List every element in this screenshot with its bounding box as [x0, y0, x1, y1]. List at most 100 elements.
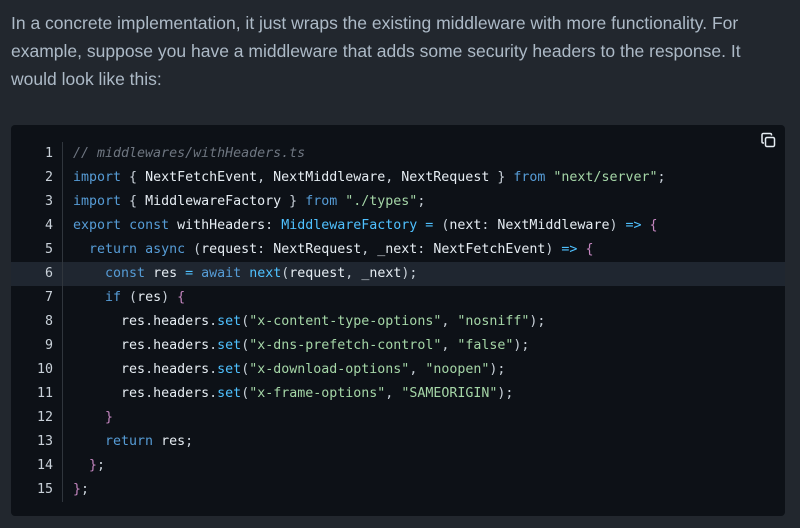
code-token: ,: [361, 242, 378, 257]
code-token: set: [217, 386, 242, 401]
code-token: ): [609, 218, 626, 233]
code-token: =: [185, 266, 194, 281]
code-line: 5 return async (request: NextRequest, _n…: [11, 238, 785, 262]
gutter-divider: [62, 406, 63, 430]
code-token: ): [161, 290, 178, 305]
code-line: 15};: [11, 478, 785, 502]
code-token: ): [545, 242, 562, 257]
code-token: ,: [257, 170, 274, 185]
line-code: }: [73, 410, 113, 425]
code-token: "x-download-options": [249, 362, 410, 377]
code-token: MiddlewareFactory: [281, 218, 418, 233]
line-code: export const withHeaders: MiddlewareFact…: [73, 218, 658, 233]
code-line: 4 export const withHeaders: MiddlewareFac…: [11, 214, 785, 238]
line-number: 7: [44, 290, 53, 305]
code-token: {: [649, 218, 658, 233]
code-token: ;: [185, 434, 194, 449]
code-line: 9 res.headers.set("x-dns-prefetch-contro…: [11, 334, 785, 358]
code-token: ,: [385, 386, 402, 401]
code-line: 7 if (res) {: [11, 286, 785, 310]
code-token: (: [433, 218, 450, 233]
code-token: {: [585, 242, 594, 257]
code-line: 3 import { MiddlewareFactory } from "./ty…: [11, 190, 785, 214]
code-token: .: [145, 314, 154, 329]
code-token: NextFetchEvent: [433, 242, 546, 257]
code-token: .: [145, 386, 154, 401]
line-code: if (res) {: [73, 290, 185, 305]
code-line: 11 res.headers.set("x-frame-options", "S…: [11, 382, 785, 406]
code-token: ,: [345, 266, 362, 281]
code-token: );: [513, 338, 530, 353]
code-token: (: [185, 242, 202, 257]
code-token: "nosniff": [457, 314, 530, 329]
code-token: ,: [385, 170, 402, 185]
code-token: NextFetchEvent: [145, 170, 258, 185]
code-token: if: [105, 290, 122, 305]
code-token: const: [105, 266, 146, 281]
code-token: }: [73, 482, 82, 497]
line-code: res.headers.set("x-content-type-options"…: [73, 314, 545, 329]
gutter-divider: [62, 382, 63, 406]
code-token: return: [89, 242, 138, 257]
code-token: }: [105, 410, 114, 425]
code-token: ,: [441, 314, 458, 329]
code-token: ,: [441, 338, 458, 353]
code-token: "x-frame-options": [249, 386, 386, 401]
line-number: 5: [44, 242, 53, 257]
code-token: ;: [81, 482, 90, 497]
explanation-paragraph: In a concrete implementation, it just wr…: [11, 13, 741, 89]
code-token: headers: [153, 314, 210, 329]
code-token: "next/server": [553, 170, 658, 185]
code-token: );: [489, 362, 506, 377]
gutter-divider: [62, 238, 63, 262]
code-token: "x-content-type-options": [249, 314, 442, 329]
line-number: 9: [44, 338, 53, 353]
code-token: :: [265, 218, 282, 233]
code-token: }: [489, 170, 514, 185]
code-token: request: [289, 266, 346, 281]
gutter-divider: [62, 478, 63, 502]
code-token: import: [73, 194, 122, 209]
line-code: import { NextFetchEvent, NextMiddleware,…: [73, 170, 666, 185]
code-token: NextMiddleware: [497, 218, 610, 233]
code-token: from: [305, 194, 338, 209]
code-token: ;: [97, 458, 106, 473]
code-token: "./types": [345, 194, 418, 209]
code-token: NextRequest: [273, 242, 362, 257]
line-code: import { MiddlewareFactory } from "./typ…: [73, 194, 425, 209]
code-token: res: [121, 386, 146, 401]
line-code: res.headers.set("x-dns-prefetch-control"…: [73, 338, 529, 353]
line-number: 11: [36, 386, 53, 401]
code-token: {: [177, 290, 186, 305]
code-token: {: [121, 194, 146, 209]
line-code: res.headers.set("x-frame-options", "SAME…: [73, 386, 513, 401]
line-number: 2: [44, 170, 53, 185]
line-number: 12: [36, 410, 53, 425]
code-token: .: [209, 386, 218, 401]
code-block: 1 // middlewares/withHeaders.ts 2 import { …: [11, 125, 785, 516]
code-token: ;: [417, 194, 426, 209]
line-number: 10: [36, 362, 53, 377]
code-token: res: [137, 290, 162, 305]
line-code: };: [73, 458, 105, 473]
code-token: return: [105, 434, 154, 449]
line-number: 3: [44, 194, 53, 209]
code-token: headers: [153, 338, 210, 353]
code-token: res: [121, 362, 146, 377]
code-token: MiddlewareFactory: [145, 194, 282, 209]
code-token: }: [89, 458, 98, 473]
gutter-divider: [62, 142, 63, 166]
code-token: from: [513, 170, 546, 185]
code-token: res: [121, 314, 146, 329]
code-token: );: [497, 386, 514, 401]
